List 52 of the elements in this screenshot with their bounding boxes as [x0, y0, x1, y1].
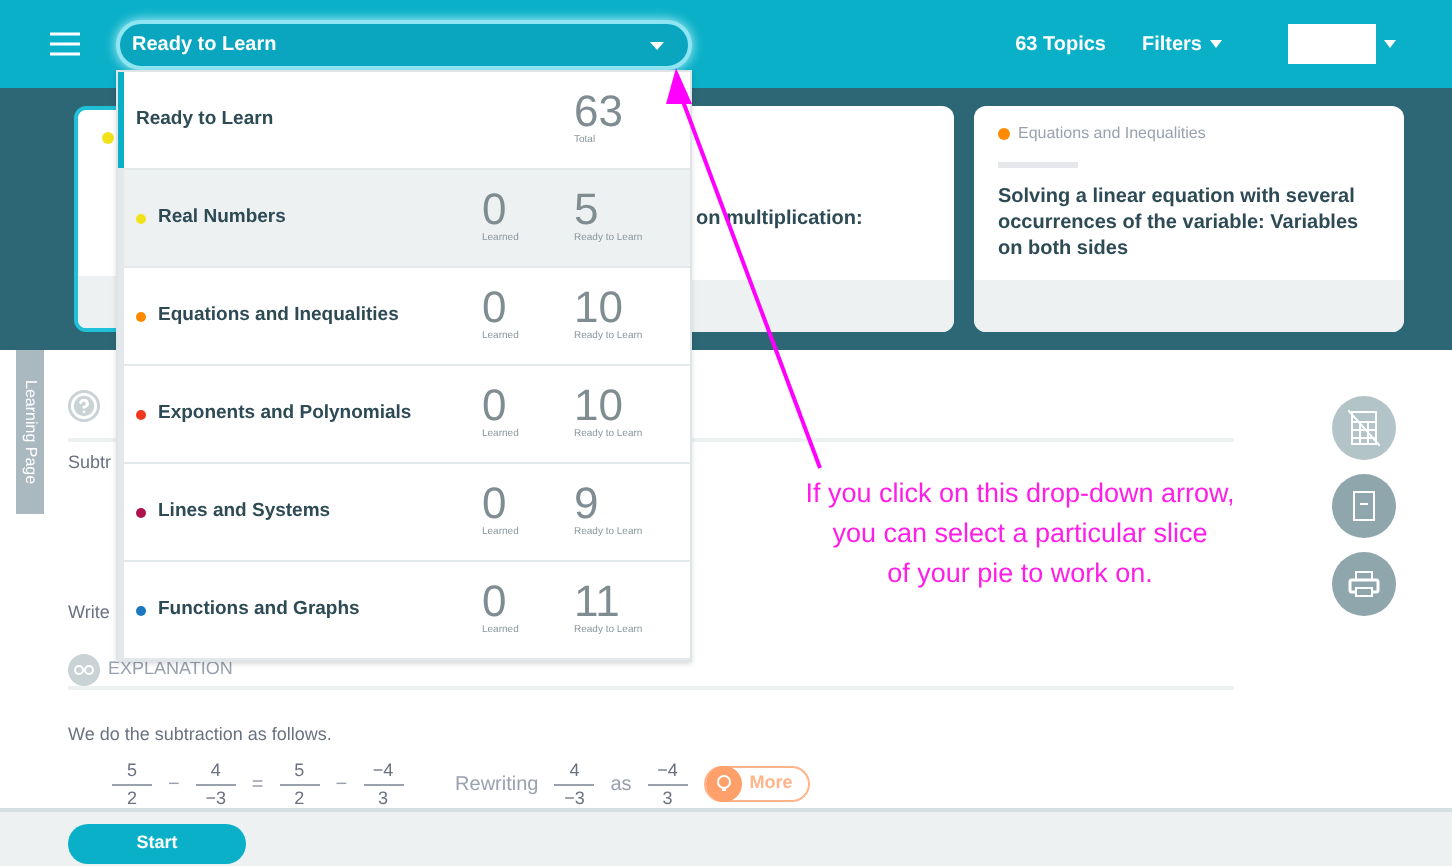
- card-category: Equations and Inequalities: [1018, 122, 1206, 146]
- numerator: 4: [569, 761, 580, 779]
- question-icon: [68, 390, 100, 422]
- topics-count: 63 Topics: [1015, 31, 1106, 59]
- topic-label: Real Numbers: [158, 203, 286, 232]
- print-icon[interactable]: [1332, 552, 1396, 616]
- learned-count: 0: [482, 580, 507, 625]
- numerator: −4: [657, 761, 678, 779]
- learned-count: 0: [482, 482, 507, 527]
- denominator: −3: [564, 789, 585, 807]
- learned-count: 0: [482, 286, 507, 331]
- explanation-text: We do the subtraction as follows.: [68, 722, 334, 748]
- topic-label: Functions and Graphs: [158, 595, 360, 624]
- topic-count: 5: [574, 188, 599, 233]
- topic-label: Exponents and Polynomials: [158, 399, 412, 428]
- answer-text: Write: [68, 599, 110, 625]
- math-text: −: [335, 771, 348, 799]
- topic-card[interactable]: Equations and Inequalities Solving a linear equation with several occurrences of the variable: Variables on both sides: [974, 106, 1404, 332]
- topic-count: 10: [574, 384, 623, 429]
- learned-count: 0: [482, 188, 507, 233]
- math-text: Rewriting: [455, 771, 539, 799]
- numerator: 4: [210, 761, 221, 779]
- numerator: 5: [294, 761, 305, 779]
- caret-icon: [1210, 40, 1222, 48]
- topic-count: 9: [574, 482, 599, 527]
- numerator: 5: [126, 761, 137, 779]
- lightbulb-icon: [705, 766, 742, 802]
- denominator: 2: [126, 789, 137, 807]
- topic-count: 10: [574, 286, 623, 331]
- annotation-text: If you click on this drop-down arrow, you can select a particular slice of your pie to work on.: [803, 476, 1237, 592]
- caret-icon[interactable]: [1384, 40, 1396, 48]
- dictionary-icon[interactable]: [1332, 474, 1396, 538]
- topic-label: Lines and Systems: [158, 497, 331, 526]
- caret-icon: [650, 41, 664, 49]
- learned-count: 0: [482, 384, 507, 429]
- math-text: =: [251, 771, 264, 799]
- denominator: 3: [662, 789, 673, 807]
- math-text: −: [168, 771, 180, 799]
- denominator: 3: [378, 789, 389, 807]
- glasses-icon: [68, 654, 100, 686]
- topic-label: Ready to Learn: [136, 105, 274, 134]
- denominator: −3: [205, 789, 226, 807]
- numerator: −4: [372, 761, 394, 779]
- topic-count: 11: [574, 580, 620, 625]
- math-text: as: [610, 771, 632, 799]
- question-text: Subtr: [68, 450, 112, 476]
- menu-icon[interactable]: [50, 32, 80, 56]
- denominator: 2: [294, 789, 305, 807]
- topic-label: Equations and Inequalities: [158, 301, 399, 330]
- card-title: Solving a linear equation with several occurrences of the variable: Variables on both sides: [998, 184, 1361, 262]
- explanation-heading: EXPLANATION: [108, 656, 233, 683]
- calculator-off-icon[interactable]: [1332, 396, 1396, 460]
